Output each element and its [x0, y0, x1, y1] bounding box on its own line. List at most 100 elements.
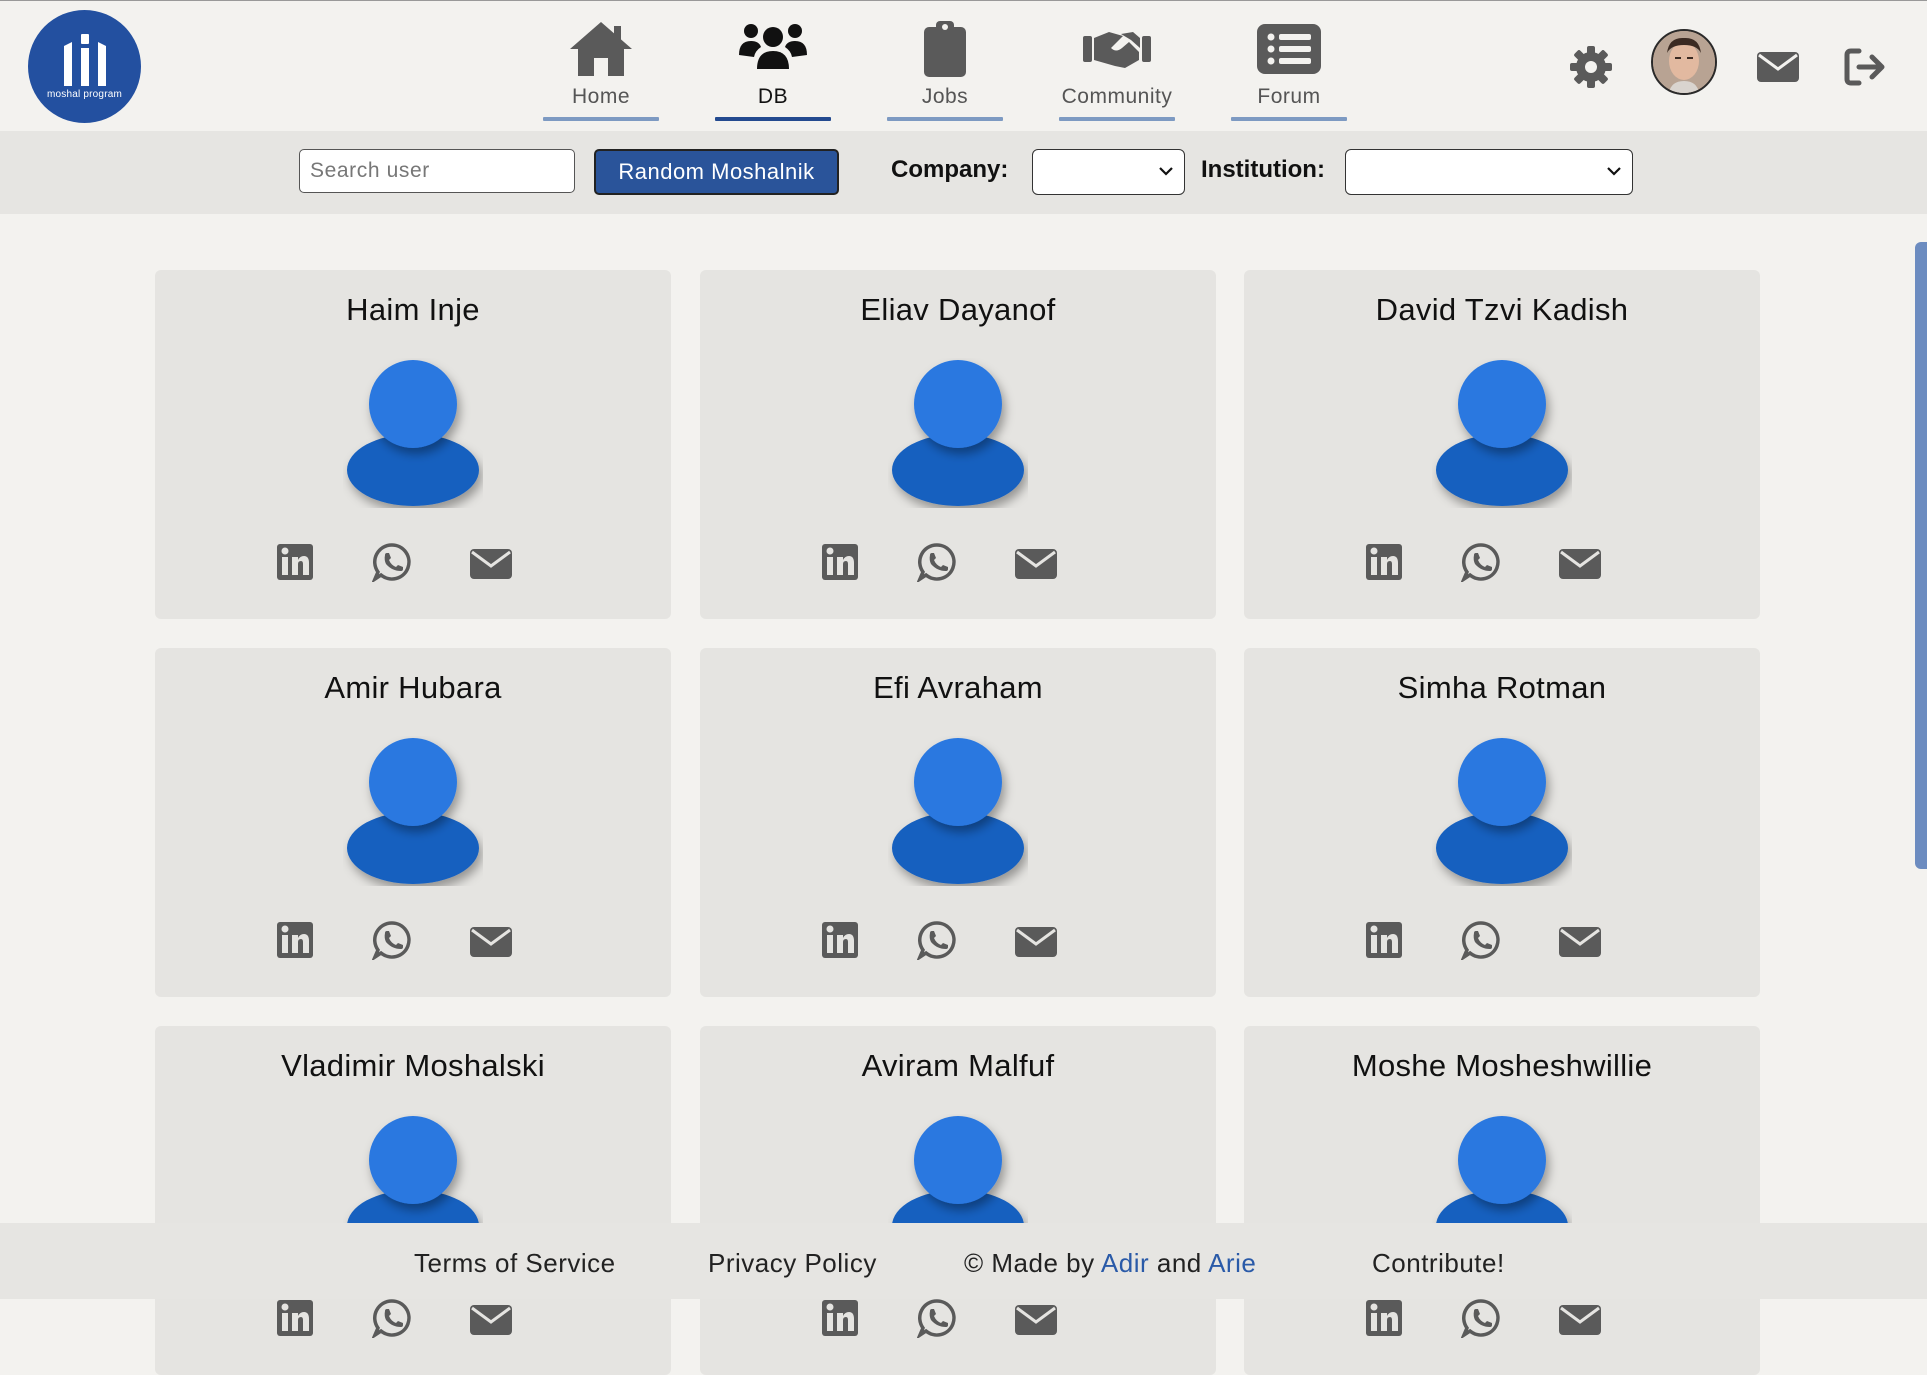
email-link[interactable]	[1014, 547, 1058, 586]
email-link[interactable]	[1014, 925, 1058, 964]
user-avatar-picture[interactable]	[888, 736, 1028, 886]
email-link[interactable]	[469, 547, 513, 586]
nav-db[interactable]: DB	[715, 13, 831, 121]
user-card[interactable]: Efi Avraham	[700, 648, 1216, 997]
user-card[interactable]: Haim Inje	[155, 270, 671, 619]
user-avatar[interactable]	[1651, 29, 1717, 95]
institution-label: Institution:	[1201, 156, 1325, 183]
default-avatar-icon	[1436, 738, 1568, 884]
list-icon	[1257, 24, 1321, 74]
whatsapp-link[interactable]	[371, 1298, 412, 1343]
whatsapp-icon	[1460, 1299, 1500, 1340]
home-icon	[570, 22, 632, 76]
linkedin-link[interactable]	[1365, 1298, 1403, 1343]
user-card[interactable]: Simha Rotman	[1244, 648, 1760, 997]
linkedin-link[interactable]	[276, 1298, 314, 1343]
user-card[interactable]: Vladimir Moshalski	[155, 1026, 671, 1375]
nav-forum-label: Forum	[1257, 85, 1321, 108]
terms-of-service-link[interactable]: Terms of Service	[414, 1248, 616, 1279]
gear-icon	[1570, 46, 1612, 88]
user-card[interactable]: David Tzvi Kadish	[1244, 270, 1760, 619]
default-avatar-icon	[892, 738, 1024, 884]
nav-home[interactable]: Home	[543, 13, 659, 121]
linkedin-icon	[1366, 544, 1402, 580]
linkedin-icon	[822, 922, 858, 958]
user-avatar-picture[interactable]	[888, 358, 1028, 508]
linkedin-link[interactable]	[821, 542, 859, 587]
logout-icon	[1844, 48, 1885, 86]
institution-select[interactable]	[1345, 149, 1633, 195]
privacy-policy-link[interactable]: Privacy Policy	[708, 1248, 877, 1279]
whatsapp-link[interactable]	[916, 920, 957, 965]
user-name[interactable]: Eliav Dayanof	[700, 292, 1216, 328]
contact-icons	[155, 542, 671, 588]
linkedin-link[interactable]	[821, 1298, 859, 1343]
settings-button[interactable]	[1569, 45, 1613, 94]
nav-underline	[887, 117, 1003, 121]
user-name[interactable]: Moshe Mosheshwillie	[1244, 1048, 1760, 1084]
whatsapp-link[interactable]	[916, 542, 957, 587]
user-card[interactable]: Aviram Malfuf	[700, 1026, 1216, 1375]
whatsapp-link[interactable]	[916, 1298, 957, 1343]
company-select[interactable]	[1032, 149, 1185, 195]
email-link[interactable]	[1558, 1303, 1602, 1342]
user-name[interactable]: Haim Inje	[155, 292, 671, 328]
envelope-icon	[1559, 927, 1601, 957]
email-link[interactable]	[1558, 547, 1602, 586]
email-link[interactable]	[1558, 925, 1602, 964]
user-name[interactable]: Amir Hubara	[155, 670, 671, 706]
whatsapp-link[interactable]	[1460, 920, 1501, 965]
whatsapp-icon	[1460, 921, 1500, 962]
user-name[interactable]: Aviram Malfuf	[700, 1048, 1216, 1084]
moshal-logo[interactable]: moshal program	[28, 10, 141, 123]
contact-icons	[1244, 1298, 1760, 1344]
user-card[interactable]: Amir Hubara	[155, 648, 671, 997]
whatsapp-icon	[916, 543, 956, 584]
author-adir-link[interactable]: Adir	[1101, 1248, 1149, 1278]
user-avatar-picture[interactable]	[1432, 358, 1572, 508]
envelope-icon	[1757, 52, 1799, 82]
email-link[interactable]	[469, 1303, 513, 1342]
envelope-icon	[1559, 549, 1601, 579]
whatsapp-link[interactable]	[371, 542, 412, 587]
and-text: and	[1149, 1248, 1209, 1278]
default-avatar-icon	[1436, 360, 1568, 506]
nav-jobs[interactable]: Jobs	[887, 13, 1003, 121]
nav-home-label: Home	[571, 85, 631, 108]
user-avatar-picture[interactable]	[343, 736, 483, 886]
author-arie-link[interactable]: Arie	[1208, 1248, 1256, 1278]
default-avatar-icon	[347, 738, 479, 884]
messages-button[interactable]	[1756, 51, 1800, 88]
contact-icons	[1244, 920, 1760, 966]
envelope-icon	[470, 549, 512, 579]
user-card[interactable]: Eliav Dayanof	[700, 270, 1216, 619]
envelope-icon	[1015, 1305, 1057, 1335]
whatsapp-link[interactable]	[371, 920, 412, 965]
contribute-link[interactable]: Contribute!	[1372, 1248, 1505, 1279]
linkedin-link[interactable]	[276, 920, 314, 965]
linkedin-link[interactable]	[1365, 920, 1403, 965]
random-moshalnik-button[interactable]: Random Moshalnik	[594, 149, 839, 195]
user-name[interactable]: Vladimir Moshalski	[155, 1048, 671, 1084]
company-label: Company:	[891, 156, 1009, 183]
linkedin-link[interactable]	[276, 542, 314, 587]
whatsapp-icon	[371, 921, 411, 962]
whatsapp-link[interactable]	[1460, 1298, 1501, 1343]
linkedin-link[interactable]	[821, 920, 859, 965]
user-name[interactable]: Efi Avraham	[700, 670, 1216, 706]
whatsapp-link[interactable]	[1460, 542, 1501, 587]
user-card[interactable]: Moshe Mosheshwillie	[1244, 1026, 1760, 1375]
nav-community[interactable]: Community	[1059, 13, 1175, 121]
user-name[interactable]: David Tzvi Kadish	[1244, 292, 1760, 328]
search-user-input[interactable]	[299, 149, 575, 193]
email-link[interactable]	[1014, 1303, 1058, 1342]
user-avatar-picture[interactable]	[343, 358, 483, 508]
user-avatar-picture[interactable]	[1432, 736, 1572, 886]
linkedin-link[interactable]	[1365, 542, 1403, 587]
scrollbar-thumb[interactable]	[1915, 242, 1927, 869]
email-link[interactable]	[469, 925, 513, 964]
nav-forum[interactable]: Forum	[1231, 13, 1347, 121]
default-avatar-icon	[892, 360, 1024, 506]
logout-button[interactable]	[1843, 47, 1887, 92]
user-name[interactable]: Simha Rotman	[1244, 670, 1760, 706]
